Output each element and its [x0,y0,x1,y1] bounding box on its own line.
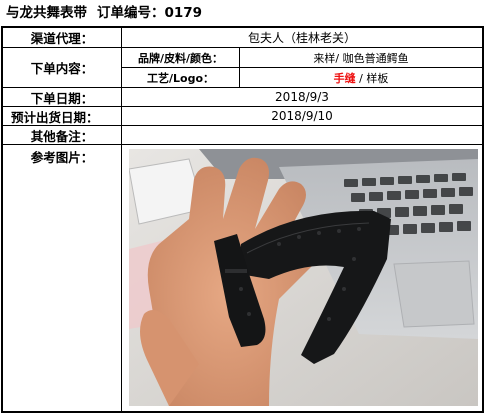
reference-photo [129,149,478,406]
order-date-label: 下单日期： [3,87,121,106]
content-label: 下单内容： [3,47,121,87]
craft-label: 工艺/Logo： [121,67,239,87]
agent-value: 包夫人（桂林老关） [121,28,482,47]
reference-photo-label: 参考图片： [3,144,121,411]
order-form-table: 渠道代理： 包夫人（桂林老关） 下单内容： 品牌/皮料/颜色： 来样/ 咖色普通… [1,26,484,413]
ship-date-value: 2018/9/10 [121,106,482,125]
sheet-title: 与龙共舞表带 订单编号：0179 [0,0,486,26]
notes-value [121,125,482,144]
order-number: 0179 [164,5,203,21]
order-number-label: 订单编号： [97,5,165,21]
ship-date-label: 预计出货日期： [3,106,121,125]
craft-value-rest: / 样板 [355,71,389,85]
craft-value: 手缝 / 样板 [239,67,482,87]
order-date-value: 2018/9/3 [121,87,482,106]
notes-label: 其他备注： [3,125,121,144]
watch-strap-photo [129,149,478,406]
brand-value: 来样/ 咖色普通鳄鱼 [239,47,482,67]
brand-label: 品牌/皮料/颜色： [121,47,239,67]
craft-value-handsewn: 手缝 [333,71,356,85]
company-name: 与龙共舞表带 [6,5,87,21]
agent-label: 渠道代理： [30,31,94,46]
